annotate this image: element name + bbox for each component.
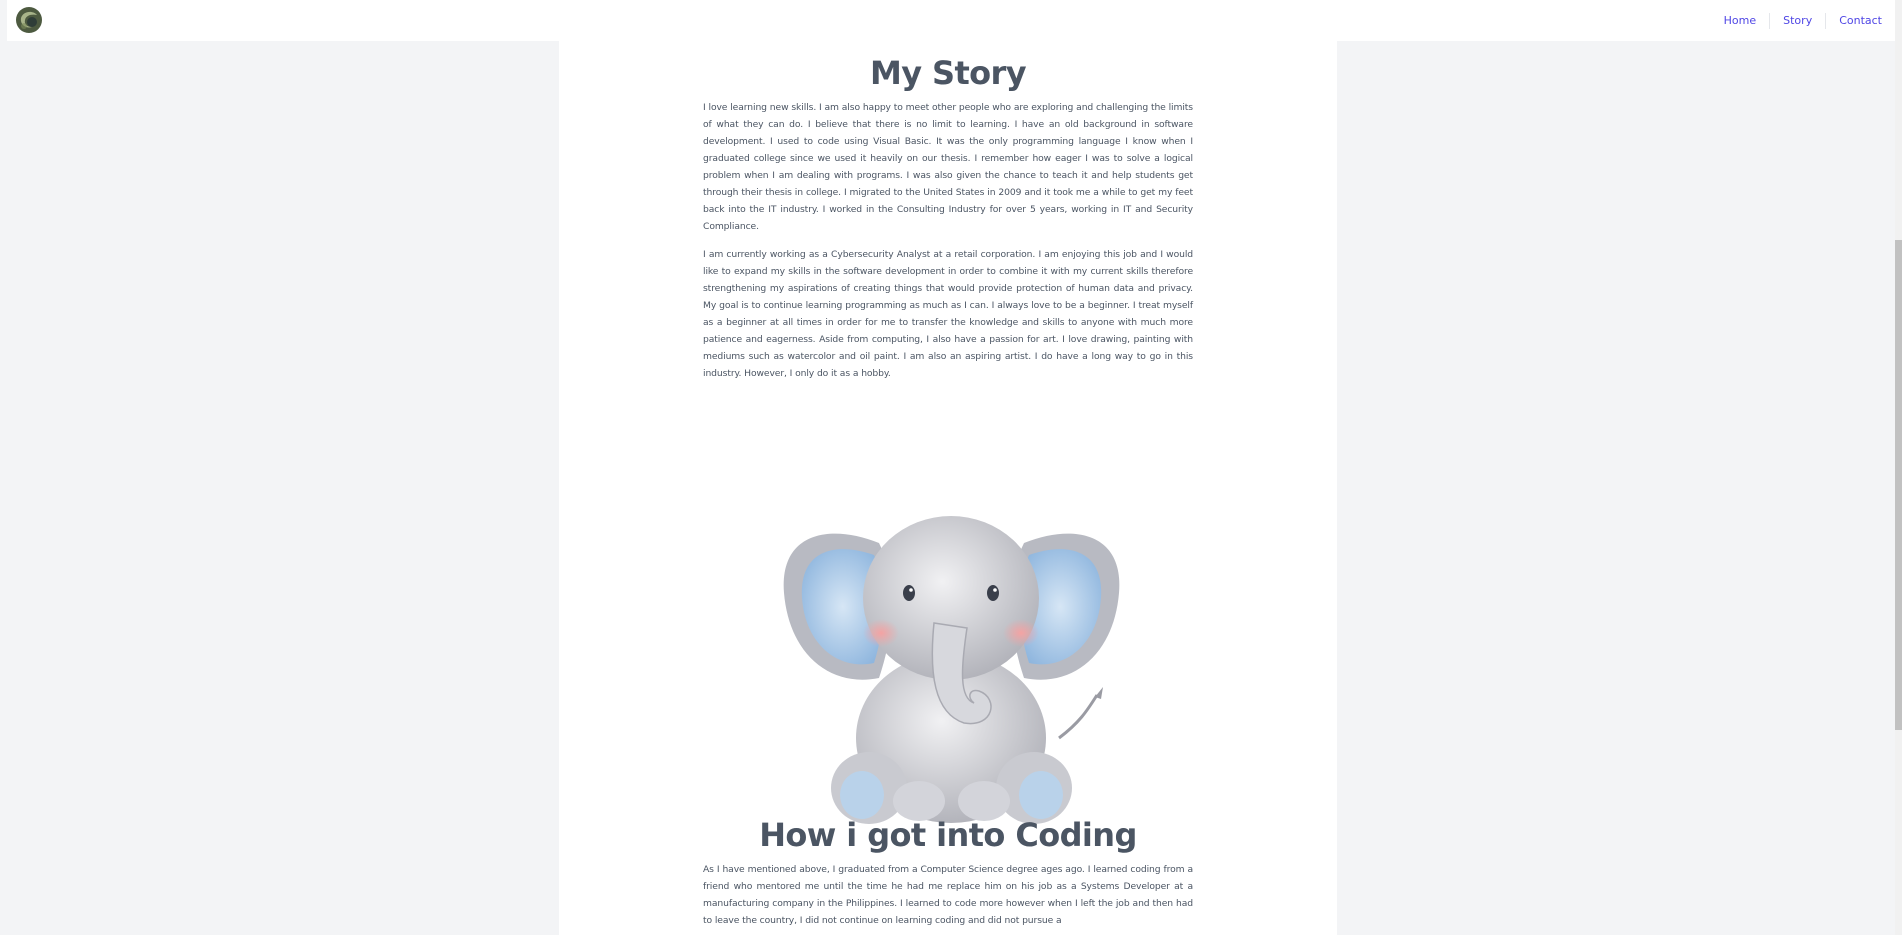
story-paragraph: I love learning new skills. I am also ha…: [703, 102, 1193, 232]
story-paragraph: I am currently working as a Cybersecurit…: [703, 249, 1193, 379]
main-content: My Story I love learning new skills. I a…: [559, 41, 1337, 935]
coding-section: How i got into Coding: [703, 816, 1193, 854]
coding-title: How i got into Coding: [759, 816, 1137, 854]
story-body: I love learning new skills. I am also ha…: [703, 99, 1193, 235]
scrollbar-thumb[interactable]: [1895, 240, 1902, 730]
navbar: Home Story Contact: [7, 0, 1895, 41]
logo-icon[interactable]: [15, 6, 43, 34]
nav-links: Home Story Contact: [1711, 0, 1895, 41]
coding-body: As I have mentioned above, I graduated f…: [703, 861, 1193, 929]
nav-link-story[interactable]: Story: [1770, 14, 1825, 27]
story-title: My Story: [869, 54, 1027, 92]
nav-link-contact[interactable]: Contact: [1826, 14, 1895, 27]
elephant-illustration: [783, 516, 1120, 824]
story-body-2: I am currently working as a Cybersecurit…: [703, 246, 1193, 382]
story-section: My Story: [703, 54, 1193, 92]
scrollbar-track[interactable]: [1895, 0, 1902, 935]
coding-paragraph: As I have mentioned above, I graduated f…: [703, 864, 1193, 926]
nav-link-home[interactable]: Home: [1711, 14, 1769, 27]
